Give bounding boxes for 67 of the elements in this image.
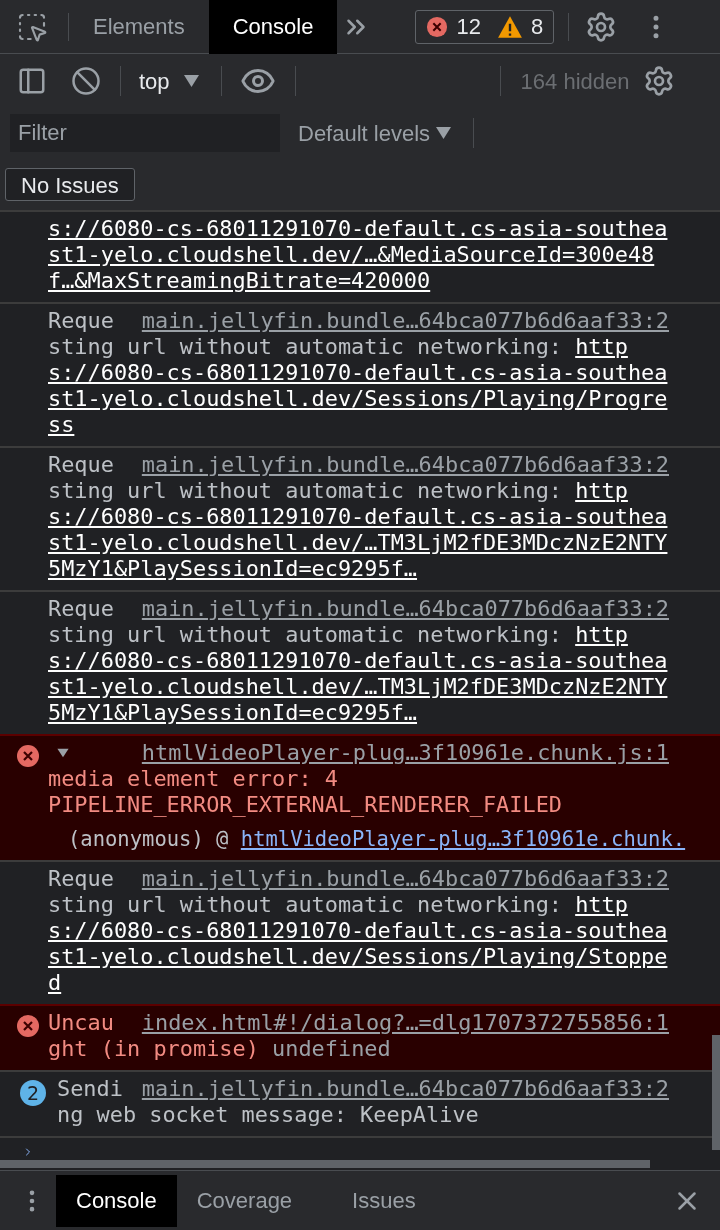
drawer-tab[interactable]: Coverage bbox=[176, 1174, 313, 1227]
issues-button[interactable]: No Issues bbox=[5, 167, 135, 201]
url-link[interactable]: 5MzY1&PlaySessionId=ec9295f… bbox=[48, 700, 418, 726]
message-text: sting url without automatic networking: bbox=[48, 334, 563, 360]
url-link[interactable]: http bbox=[575, 622, 628, 648]
message-text: Reque bbox=[48, 596, 114, 622]
message-text: media element error: 4 bbox=[48, 766, 338, 792]
dropdown-caret-icon bbox=[436, 127, 452, 139]
message-text: Sendi bbox=[57, 1076, 123, 1102]
source-link[interactable]: index.html#!/dialog?…=dlg1707372755856:1 bbox=[141, 1010, 669, 1036]
drawer-tab[interactable]: Issues bbox=[332, 1174, 436, 1227]
url-link[interactable]: ss bbox=[48, 412, 75, 438]
error-icon bbox=[16, 744, 40, 768]
url-link[interactable]: d bbox=[48, 970, 62, 996]
repeat-count-badge: 2 bbox=[20, 1080, 46, 1106]
source-link[interactable]: main.jellyfin.bundle…64bca077b6d6aaf33:2 bbox=[141, 308, 669, 334]
url-link[interactable]: st1-yelo.cloudshell.dev/…TM3LjM2fDE3MDczNzE2NTY bbox=[48, 530, 668, 556]
message-text: Uncau bbox=[48, 1010, 114, 1036]
message-text: Reque bbox=[48, 452, 114, 478]
panel-tab[interactable]: Elements bbox=[69, 0, 209, 54]
vertical-scrollbar[interactable] bbox=[712, 1035, 720, 1150]
source-link[interactable]: htmlVideoPlayer-plug…3f10961e.chunk.js:1 bbox=[141, 740, 669, 766]
url-link[interactable]: 5MzY1&PlaySessionId=ec9295f… bbox=[48, 556, 418, 582]
message-text: sting url without automatic networking: bbox=[48, 892, 563, 918]
url-link[interactable]: st1-yelo.cloudshell.dev/…&MediaSourceId=300e48 bbox=[48, 242, 655, 268]
url-link[interactable]: s://6080-cs-68011291070-default.cs-asia-southea bbox=[48, 918, 668, 944]
message-text: Reque bbox=[48, 308, 114, 334]
url-link[interactable]: http bbox=[575, 892, 628, 918]
filter-field[interactable]: Filter bbox=[10, 114, 280, 152]
url-link[interactable]: st1-yelo.cloudshell.dev/Sessions/Playing/Stoppe bbox=[48, 944, 668, 970]
url-link[interactable]: s://6080-cs-68011291070-default.cs-asia-southea bbox=[48, 504, 668, 530]
stack-link[interactable]: htmlVideoPlayer-plug…3f10961e.chunk. bbox=[240, 827, 686, 851]
message-text: PIPELINE_ERROR_EXTERNAL_RENDERER_FAILED bbox=[48, 792, 562, 818]
url-link[interactable]: s://6080-cs-68011291070-default.cs-asia-southea bbox=[48, 216, 668, 242]
stack-frame-text: (anonymous) @ bbox=[68, 827, 230, 851]
message-text: sting url without automatic networking: bbox=[48, 622, 563, 648]
error-icon bbox=[16, 1014, 40, 1038]
clear-console-icon[interactable] bbox=[71, 66, 101, 96]
warning-icon bbox=[496, 14, 523, 39]
sidebar-toggle-icon[interactable] bbox=[17, 66, 47, 96]
source-link[interactable]: main.jellyfin.bundle…64bca077b6d6aaf33:2 bbox=[141, 452, 669, 478]
panel-tab[interactable]: Console bbox=[208, 0, 338, 54]
message-text: ght (in promise) bbox=[48, 1036, 259, 1062]
context-dropdown[interactable]: top bbox=[139, 64, 199, 98]
message-text: ng web socket message: KeepAlive bbox=[57, 1102, 479, 1128]
source-link[interactable]: main.jellyfin.bundle…64bca077b6d6aaf33:2 bbox=[141, 866, 669, 892]
error-count: 12 bbox=[456, 13, 481, 41]
value-text: undefined bbox=[271, 1036, 391, 1062]
drawer-tab[interactable]: Console bbox=[56, 1174, 177, 1227]
url-link[interactable]: s://6080-cs-68011291070-default.cs-asia-southea bbox=[48, 648, 668, 674]
issue-counter[interactable]: 12 8 bbox=[415, 9, 555, 44]
url-link[interactable]: http bbox=[575, 478, 628, 504]
source-link[interactable]: main.jellyfin.bundle…64bca077b6d6aaf33:2 bbox=[141, 596, 669, 622]
url-link[interactable]: http bbox=[575, 334, 628, 360]
url-link[interactable]: s://6080-cs-68011291070-default.cs-asia-southea bbox=[48, 360, 668, 386]
log-levels-dropdown[interactable]: Default levels bbox=[298, 116, 452, 150]
error-icon bbox=[426, 15, 449, 38]
url-link[interactable]: st1-yelo.cloudshell.dev/Sessions/Playing/Progre bbox=[48, 386, 668, 412]
source-link[interactable]: main.jellyfin.bundle…64bca077b6d6aaf33:2 bbox=[141, 1076, 669, 1102]
url-link[interactable]: f…&MaxStreamingBitrate=420000 bbox=[48, 268, 431, 294]
dropdown-caret-icon bbox=[183, 75, 199, 87]
warning-count: 8 bbox=[530, 13, 544, 41]
message-text: Reque bbox=[48, 866, 114, 892]
hidden-count-text: 164 hidden bbox=[520, 67, 630, 96]
message-text: sting url without automatic networking: bbox=[48, 478, 563, 504]
url-link[interactable]: st1-yelo.cloudshell.dev/…TM3LjM2fDE3MDczNzE2NTY bbox=[48, 674, 668, 700]
horizontal-scrollbar[interactable] bbox=[0, 1160, 650, 1168]
